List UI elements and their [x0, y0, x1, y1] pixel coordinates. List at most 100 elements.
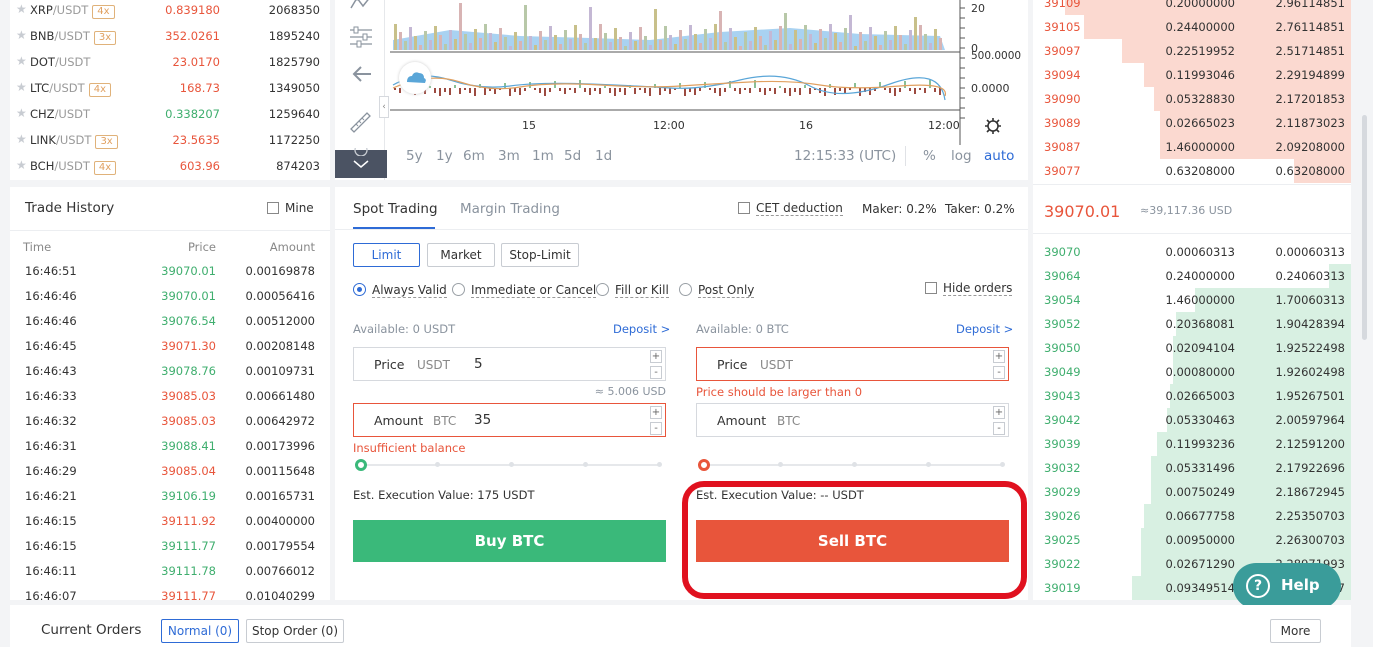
cet-checkbox-box[interactable] — [738, 202, 750, 214]
market-row[interactable]: ★ LINK/USDT 3x 23.5635 1172250 — [10, 128, 330, 154]
mine-checkbox[interactable]: Mine — [267, 201, 314, 215]
slider-stop[interactable] — [509, 462, 514, 467]
slider-stop[interactable] — [926, 462, 931, 467]
bid-row[interactable]: 39026 0.06677758 2.25350703 — [1033, 504, 1351, 528]
bid-row[interactable]: 39025 0.00950000 2.26300703 — [1033, 528, 1351, 552]
ask-row[interactable]: 39089 0.02665023 2.11873023 — [1033, 111, 1351, 135]
market-row[interactable]: ★ XRP/USDT 4x 0.839180 2068350 — [10, 0, 330, 24]
order-type-stop-limit[interactable]: Stop-Limit — [501, 243, 579, 267]
ask-row[interactable]: 39094 0.11993046 2.29194899 — [1033, 63, 1351, 87]
slider-knob[interactable] — [698, 459, 710, 471]
buy-price-field[interactable]: Price USDT 5 + - — [353, 347, 666, 381]
sell-amount-decrement[interactable]: - — [993, 422, 1005, 435]
range-option[interactable]: 1y — [436, 148, 453, 164]
toolbar-expand-button[interactable] — [335, 148, 387, 178]
ask-row[interactable]: 39097 0.22519952 2.51714851 — [1033, 39, 1351, 63]
market-row[interactable]: ★ CHZ/USDT 0.338207 1259640 — [10, 102, 330, 128]
stop-orders-tab[interactable]: Stop Order (0) — [246, 619, 344, 643]
percent-scale-toggle[interactable]: % — [923, 148, 936, 164]
hide-orders-checkbox[interactable]: Hide orders — [925, 281, 1013, 296]
sell-amount-field[interactable]: Amount BTC + - — [696, 403, 1009, 437]
radio-ioc[interactable] — [452, 283, 465, 296]
bid-row[interactable]: 39052 0.20368081 1.90428394 — [1033, 312, 1351, 336]
ask-row[interactable]: 39087 1.46000000 2.09208000 — [1033, 135, 1351, 159]
bid-row[interactable]: 39049 0.00080000 1.92602498 — [1033, 360, 1351, 384]
bid-row[interactable]: 39032 0.05331496 2.17922696 — [1033, 456, 1351, 480]
range-option[interactable]: 1m — [532, 148, 554, 164]
buy-btc-button[interactable]: Buy BTC — [353, 520, 666, 562]
collapse-toolbar-button[interactable]: ‹ — [379, 96, 389, 118]
buy-amount-input[interactable]: 35 — [474, 412, 491, 428]
mine-checkbox-box[interactable] — [267, 202, 279, 214]
ask-row[interactable]: 39109 0.20000000 2.96114851 — [1033, 0, 1351, 15]
buy-deposit-link[interactable]: Deposit > — [613, 322, 670, 336]
buy-amount-slider[interactable] — [355, 459, 662, 471]
bid-row[interactable]: 39039 0.11993236 2.12591200 — [1033, 432, 1351, 456]
range-option[interactable]: 5d — [564, 148, 581, 164]
radio-post-only[interactable] — [679, 283, 692, 296]
market-row[interactable]: ★ DOT/USDT 23.0170 1825790 — [10, 50, 330, 76]
bid-row[interactable]: 39042 0.05330463 2.00597964 — [1033, 408, 1351, 432]
market-row[interactable]: ★ BCH/USDT 4x 603.96 874203 — [10, 154, 330, 180]
range-option[interactable]: 3m — [498, 148, 520, 164]
order-type-market[interactable]: Market — [427, 243, 495, 267]
buy-price-input[interactable]: 5 — [474, 356, 483, 372]
chart-settings-icon[interactable] — [984, 117, 1002, 135]
trend-tool-icon[interactable] — [349, 0, 373, 12]
favorite-star-icon[interactable]: ★ — [16, 158, 27, 172]
bid-row[interactable]: 39043 0.02665003 1.95267501 — [1033, 384, 1351, 408]
tif-immediate-or-cancel[interactable]: Immediate or Cancel — [452, 283, 597, 298]
tif-fill-or-kill[interactable]: Fill or Kill — [596, 283, 669, 298]
sell-price-increment[interactable]: + — [993, 350, 1005, 363]
slider-stop[interactable] — [1000, 462, 1005, 467]
order-book-scrollbar[interactable] — [1362, 115, 1367, 340]
favorite-star-icon[interactable]: ★ — [16, 28, 27, 42]
buy-amount-decrement[interactable]: - — [650, 422, 662, 435]
bid-row[interactable]: 39054 1.46000000 1.70060313 — [1033, 288, 1351, 312]
bid-row[interactable]: 39029 0.00750249 2.18672945 — [1033, 480, 1351, 504]
slider-knob[interactable] — [355, 459, 367, 471]
range-option[interactable]: 5y — [406, 148, 423, 164]
favorite-star-icon[interactable]: ★ — [16, 2, 27, 16]
bid-row[interactable]: 39064 0.24000000 0.24060313 — [1033, 264, 1351, 288]
radio-fok[interactable] — [596, 283, 609, 296]
more-button[interactable]: More — [1270, 619, 1321, 643]
bid-row[interactable]: 39070 0.00060313 0.00060313 — [1033, 240, 1351, 264]
sell-amount-slider[interactable] — [698, 459, 1005, 471]
ask-row[interactable]: 39105 0.24400000 2.76114851 — [1033, 15, 1351, 39]
sell-deposit-link[interactable]: Deposit > — [956, 322, 1013, 336]
tab-spot-trading[interactable]: Spot Trading — [353, 201, 438, 217]
tif-post-only[interactable]: Post Only — [679, 283, 755, 298]
cet-deduction-checkbox[interactable]: CET deduction — [738, 201, 843, 216]
slider-stop[interactable] — [852, 462, 857, 467]
market-row[interactable]: ★ LTC/USDT 4x 168.73 1349050 — [10, 76, 330, 102]
buy-amount-field[interactable]: Amount BTC 35 + - — [353, 403, 666, 437]
hide-orders-box[interactable] — [925, 282, 937, 294]
log-scale-toggle[interactable]: log — [951, 148, 972, 164]
tif-always-valid[interactable]: Always Valid — [353, 283, 447, 298]
favorite-star-icon[interactable]: ★ — [16, 132, 27, 146]
buy-amount-increment[interactable]: + — [650, 406, 662, 419]
buy-price-increment[interactable]: + — [650, 350, 662, 363]
favorite-star-icon[interactable]: ★ — [16, 106, 27, 120]
ask-row[interactable]: 39090 0.05328830 2.17201853 — [1033, 87, 1351, 111]
sell-btc-button[interactable]: Sell BTC — [696, 520, 1009, 562]
normal-orders-tab[interactable]: Normal (0) — [161, 619, 239, 643]
slider-stop[interactable] — [435, 462, 440, 467]
slider-stop[interactable] — [583, 462, 588, 467]
buy-price-decrement[interactable]: - — [650, 366, 662, 379]
slider-stop[interactable] — [657, 462, 662, 467]
favorite-star-icon[interactable]: ★ — [16, 54, 27, 68]
favorite-star-icon[interactable]: ★ — [16, 80, 27, 94]
bid-row[interactable]: 39050 0.02094104 1.92522498 — [1033, 336, 1351, 360]
back-arrow-icon[interactable] — [351, 64, 373, 84]
range-option[interactable]: 1d — [595, 148, 612, 164]
sell-amount-increment[interactable]: + — [993, 406, 1005, 419]
radio-always-valid[interactable] — [353, 283, 366, 296]
sell-price-decrement[interactable]: - — [993, 366, 1005, 379]
auto-scale-toggle[interactable]: auto — [984, 148, 1014, 164]
sell-price-field[interactable]: Price USDT + - — [696, 347, 1009, 381]
tab-margin-trading[interactable]: Margin Trading — [460, 201, 560, 217]
ask-row[interactable]: 39077 0.63208000 0.63208000 — [1033, 159, 1351, 183]
slider-stop[interactable] — [778, 462, 783, 467]
